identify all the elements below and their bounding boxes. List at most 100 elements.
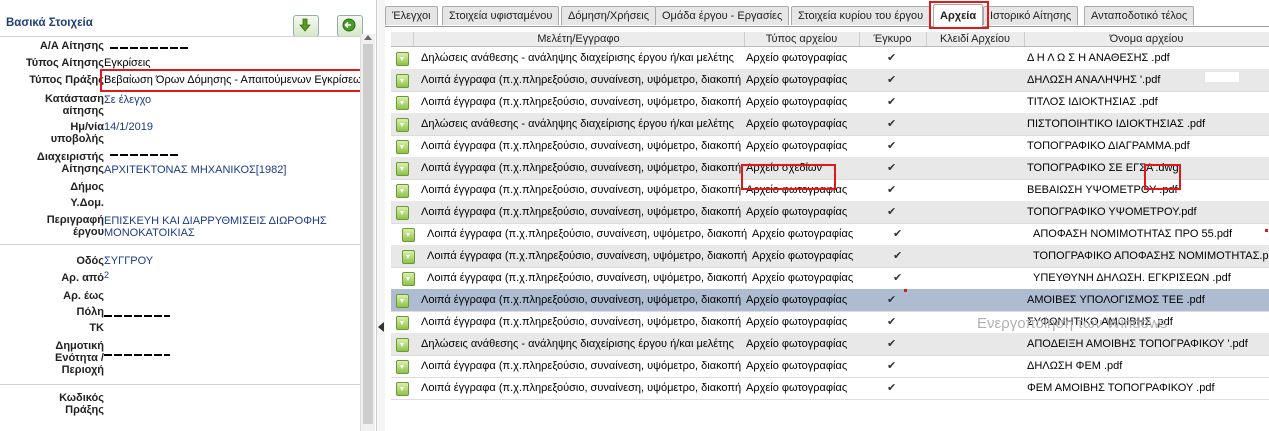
field-value-line2: ΜΟΝΟΚΑΤΟΙΚΙΑΣ [104, 227, 195, 239]
field-label: Αρ. από [61, 272, 104, 284]
field-value: Σε έλεγχο [104, 94, 152, 106]
field-label-line1: Περιγραφή [46, 214, 104, 226]
cell-file-name: ΤΙΤΛΟΣ ΙΔΙΟΚΤΗΣΙΑΣ .pdf [1027, 96, 1158, 108]
table-row[interactable]: Λοιπά έγγραφα (π.χ.πληρεξούσιο, συναίνεσ… [391, 91, 1269, 114]
tab-owner[interactable]: Στοιχεία κυρίου του έργου [791, 6, 931, 25]
header-file-key[interactable]: Κλειδί Αρχείου [926, 32, 1025, 46]
header-file-type[interactable]: Τύπος αρχείου [744, 32, 860, 46]
left-scrollbar[interactable] [360, 34, 375, 431]
tab-project-team[interactable]: Ομάδα έργου - Εργασίες [655, 6, 790, 25]
field-label-line3: Περιοχή [61, 364, 104, 376]
table-row[interactable]: Λοιπά έγγραφα (π.χ.πληρεξούσιο, συναίνεσ… [391, 377, 1269, 400]
field-label-line1: Διαχειριστής [36, 151, 104, 163]
scroll-up-icon[interactable] [364, 35, 372, 40]
field-label: Πόλη [76, 306, 105, 318]
table-row[interactable]: Δηλώσεις ανάθεσης - ανάληψης διαχείρισης… [391, 333, 1269, 356]
document-icon[interactable] [396, 140, 409, 154]
document-icon[interactable] [396, 118, 409, 132]
cell-document: Λοιπά έγγραφα (π.χ.πληρεξούσιο, συναίνεσ… [427, 250, 747, 262]
checkmark-icon: ✔ [887, 74, 897, 86]
cell-file-name: ΤΟΠΟΓΡΑΦΙΚΟ ΥΨΟΜΕΤΡΟΥ.pdf [1027, 206, 1197, 218]
checkmark-icon: ✔ [887, 52, 897, 64]
basic-info-panel: Βασικά Στοιχεία Α/Α Αίτησης Τύπος Αίτηση… [0, 0, 376, 431]
cell-document: Λοιπά έγγραφα (π.χ.πληρεξούσιο, συναίνεσ… [427, 272, 747, 284]
cell-file-type: Αρχείο φωτογραφίας [746, 360, 848, 372]
highlight-box [1144, 164, 1181, 190]
table-row[interactable]: Λοιπά έγγραφα (π.χ.πληρεξούσιο, συναίνεσ… [391, 289, 1269, 312]
field-label: Αρ. έως [63, 290, 104, 302]
cell-file-name: ΔΗΛΩΣΗ ΦΕΜ .pdf [1027, 360, 1123, 372]
table-row[interactable]: Λοιπά έγγραφα (π.χ.πληρεξούσιο, συναίνεσ… [391, 267, 1269, 290]
cell-document: Λοιπά έγγραφα (π.χ.πληρεξούσιο, συναίνεσ… [421, 184, 741, 196]
document-icon[interactable] [402, 250, 415, 264]
header-valid[interactable]: Έγκυρο [859, 32, 927, 46]
back-icon [342, 18, 356, 32]
checkmark-icon: ✔ [887, 96, 897, 108]
tab-bar: Έλεγχοι Στοιχεία υφισταμένου Δόμηση/Χρήσ… [385, 4, 1269, 27]
tab-history[interactable]: Ιστορικό Αίτησης [983, 6, 1079, 25]
export-button[interactable] [293, 15, 319, 37]
field-label: Δήμος [70, 181, 104, 193]
field-label: Τύπος Αίτησης [25, 57, 104, 69]
cell-document: Λοιπά έγγραφα (π.χ.πληρεξούσιο, συναίνεσ… [421, 162, 741, 174]
collapse-arrow-icon[interactable] [378, 322, 384, 332]
field-value: 2 [104, 270, 110, 280]
document-icon[interactable] [396, 338, 409, 352]
cell-document: Δηλώσεις ανάθεσης - ανάληψης διαχείρισης… [421, 118, 734, 130]
tab-existing[interactable]: Στοιχεία υφισταμένου [442, 6, 560, 25]
cell-file-type: Αρχείο φωτογραφίας [746, 140, 848, 152]
tab-checks[interactable]: Έλεγχοι [385, 6, 438, 25]
cell-document: Λοιπά έγγραφα (π.χ.πληρεξούσιο, συναίνεσ… [421, 360, 741, 372]
table-row[interactable]: Δηλώσεις ανάθεσης - ανάληψης διαχείρισης… [391, 47, 1269, 70]
document-icon[interactable] [396, 382, 409, 396]
document-icon[interactable] [402, 272, 415, 286]
field-label-line2: υποβολής [50, 133, 104, 145]
cell-file-type: Αρχείο φωτογραφίας [746, 294, 848, 306]
cell-file-type: Αρχείο φωτογραφίας [746, 206, 848, 218]
header-icon-col [391, 32, 414, 46]
checkmark-icon: ✔ [887, 118, 897, 130]
field-value: ΑΡΧΙΤΕΚΤΟΝΑΣ ΜΗΧΑΝΙΚΟΣ[1982] [104, 164, 287, 176]
table-row[interactable]: Λοιπά έγγραφα (π.χ.πληρεξούσιο, συναίνεσ… [391, 223, 1269, 246]
document-icon[interactable] [396, 360, 409, 374]
header-file-name[interactable]: Όνομα αρχείου [1024, 32, 1269, 46]
redacted-value [110, 154, 180, 156]
table-row[interactable]: Λοιπά έγγραφα (π.χ.πληρεξούσιο, συναίνεσ… [391, 355, 1269, 378]
document-icon[interactable] [396, 74, 409, 88]
document-icon[interactable] [396, 206, 409, 220]
tab-building-uses[interactable]: Δόμηση/Χρήσεις [561, 6, 657, 25]
document-icon[interactable] [396, 316, 409, 330]
document-icon[interactable] [396, 184, 409, 198]
table-row[interactable]: Λοιπά έγγραφα (π.χ.πληρεξούσιο, συναίνεσ… [391, 201, 1269, 224]
table-row[interactable]: Δηλώσεις ανάθεσης - ανάληψης διαχείρισης… [391, 113, 1269, 136]
cell-file-name: ΑΠΟΔΕΙΞΗ ΑΜΟΙΒΗΣ ΤΟΠΟΓΡΑΦΙΚΟΥ '.pdf [1027, 338, 1248, 350]
document-icon[interactable] [396, 162, 409, 176]
document-icon[interactable] [396, 96, 409, 110]
field-value-line1: ΕΠΙΣΚΕΥΗ ΚΑΙ ΔΙΑΡΡΥΘΜΙΣΕΙΣ ΔΙΩΡΟΦΗΣ [104, 215, 327, 227]
tab-fee[interactable]: Ανταποδοτικό τέλος [1084, 6, 1195, 25]
panel-splitter[interactable] [376, 0, 385, 431]
field-label-line1: Κατάσταση [45, 93, 104, 105]
highlight-box [100, 69, 366, 92]
scroll-thumb[interactable] [363, 44, 373, 424]
redaction-cover [1197, 96, 1227, 106]
checkmark-icon: ✔ [893, 228, 903, 240]
cell-document: Λοιπά έγγραφα (π.χ.πληρεξούσιο, συναίνεσ… [421, 382, 741, 394]
checkmark-icon: ✔ [887, 184, 897, 196]
grid-header: Μελέτη/Εγγραφο Τύπος αρχείου Έγκυρο Κλει… [391, 32, 1269, 47]
document-icon[interactable] [396, 52, 409, 66]
checkmark-icon: ✔ [893, 250, 903, 262]
field-label: Τύπος Πράξης [29, 74, 104, 86]
cell-file-type: Αρχείο φωτογραφίας [752, 228, 854, 240]
field-label: Υ.Δομ. [70, 197, 104, 209]
document-icon[interactable] [396, 294, 409, 308]
file-name-base: ΤΟΠΟΓΡΑΦΙΚΟ ΣΕ ΕΓΣΑ [1027, 162, 1154, 174]
redacted-value [110, 47, 188, 49]
checkmark-icon: ✔ [887, 360, 897, 372]
table-row[interactable]: Λοιπά έγγραφα (π.χ.πληρεξούσιο, συναίνεσ… [391, 135, 1269, 158]
document-icon[interactable] [402, 228, 415, 242]
field-value: Εγκρίσεις [104, 57, 151, 69]
header-document[interactable]: Μελέτη/Εγγραφο [413, 32, 745, 46]
table-row[interactable]: Λοιπά έγγραφα (π.χ.πληρεξούσιο, συναίνεσ… [391, 69, 1269, 92]
table-row[interactable]: Λοιπά έγγραφα (π.χ.πληρεξούσιο, συναίνεσ… [391, 245, 1269, 268]
